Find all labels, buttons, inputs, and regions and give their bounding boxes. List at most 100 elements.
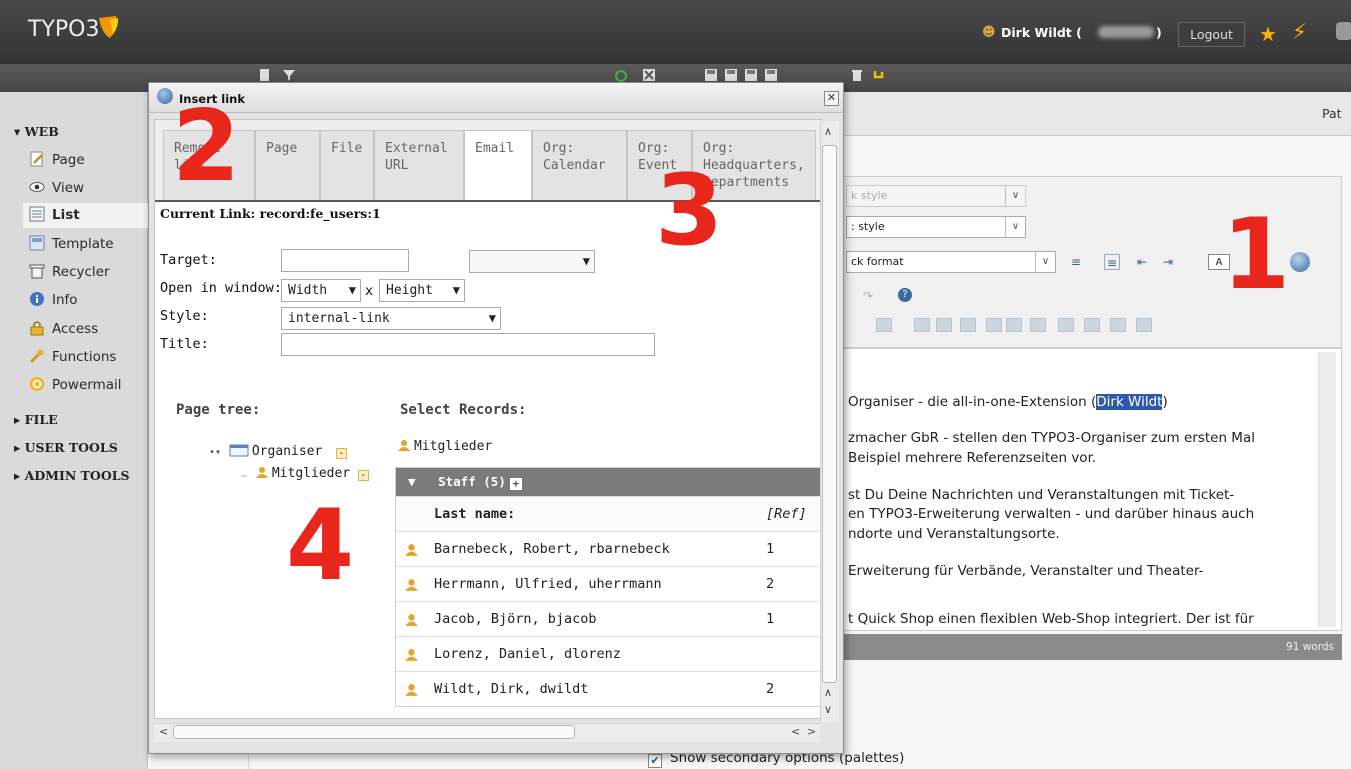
scroll-up-icon[interactable]: ∧ [824,686,832,699]
table-row[interactable]: Lorenz, Daniel, dlorenz [396,636,821,671]
cell-props-icon[interactable] [1030,318,1046,332]
scroll-left-icon[interactable]: < [159,725,168,738]
records-table: ▼ Staff (5) + Last name: [Ref] Barnebeck,… [395,467,821,707]
table-row[interactable]: Jacob, Björn, bjacob 1 [396,601,821,636]
filter-icon[interactable] [282,68,296,82]
table-delete-icon[interactable] [1136,318,1152,332]
insert-link-icon[interactable] [1290,252,1310,272]
close-doc-icon[interactable] [642,68,656,82]
tree-node-organiser[interactable]: •▾ Organiser ▸ [209,443,348,459]
target-select[interactable]: ▼ [469,250,595,273]
module-page[interactable]: Page [29,148,147,173]
table-row[interactable]: Wildt, Dirk, dwildt 2 [396,671,821,706]
col-insert-icon[interactable] [960,318,976,332]
save-icon[interactable] [704,68,718,82]
editor-line-3: Beispiel mehrere Referenzseiten vor. [848,450,1097,466]
dialog-titlebar[interactable]: Insert link ✕ [149,83,843,113]
module-template[interactable]: Template [29,232,147,257]
clear-cache-flash-icon[interactable]: ⚡ [1292,20,1307,44]
user-icon [405,544,418,556]
records-column-header: Last name: [Ref] [396,496,821,531]
save-view-icon[interactable] [724,68,738,82]
rte-scrollbar[interactable] [1318,352,1336,627]
ordered-list-icon[interactable]: ≡ [1068,254,1084,270]
module-functions[interactable]: Functions [29,345,147,370]
dialog-horizontal-scroll-thumb[interactable] [173,725,575,739]
tab-page[interactable]: Page [255,130,320,200]
module-powermail[interactable]: Powermail [29,373,147,398]
scroll-up-icon[interactable]: ∧ [824,125,832,138]
editor-line-2: zmacher GbR - stellen den TYPO3-Organise… [848,430,1255,446]
save-close-icon[interactable] [764,68,778,82]
records-page[interactable]: Mitglieder [397,438,492,454]
outdent-icon[interactable]: ⇤ [1134,254,1150,270]
row-delete-icon[interactable] [1084,318,1100,332]
rte-block-format-select[interactable]: ck format ∨ [846,251,1056,273]
redo-icon[interactable]: ↷ [860,288,876,304]
module-section-file[interactable]: ▸ FILE [14,412,58,427]
title-input[interactable] [281,333,655,356]
logout-button[interactable]: Logout [1178,22,1245,47]
module-list[interactable]: List [23,203,148,228]
undo-icon[interactable] [872,68,886,82]
module-section-admin-tools[interactable]: ▸ ADMIN TOOLS [14,468,130,483]
palette-checkbox[interactable]: ✔ [648,754,662,768]
module-view[interactable]: View [29,176,147,201]
module-section-web[interactable]: ▾ WEB [14,124,59,139]
col-ref: [Ref] [766,506,807,522]
context-arrow-icon[interactable]: ▸ [358,470,370,481]
cell-split-icon[interactable] [1006,318,1022,332]
scroll-right-icon[interactable]: > [807,725,816,738]
context-arrow-icon[interactable]: ▸ [336,448,348,459]
height-select[interactable]: Height ▼ [379,279,465,302]
table-props-icon[interactable] [914,318,930,332]
add-record-icon[interactable]: + [509,478,522,490]
row-props-icon[interactable] [1058,318,1074,332]
tab-email[interactable]: Email [464,130,532,200]
scroll-down-icon[interactable]: ∨ [824,703,832,716]
row-insert-icon[interactable] [936,318,952,332]
col-delete-icon[interactable] [1110,318,1126,332]
cell-merge-icon[interactable] [986,318,1002,332]
dialog-vertical-scroll-thumb[interactable] [822,145,837,683]
tree-node-mitglieder[interactable]: … Mitglieder ▸ [241,465,370,481]
tree-expand-icon[interactable]: •▾ [209,447,221,458]
close-icon[interactable]: ✕ [824,91,839,106]
unordered-list-icon[interactable]: ≡ [1104,254,1120,270]
rte-text-style-select[interactable]: : style ∨ [846,216,1026,238]
tab-external-url[interactable]: External URL [374,130,464,200]
tree-line: … [241,469,248,480]
help-icon[interactable]: ? [898,288,912,302]
table-icon[interactable] [876,318,892,332]
style-select[interactable]: internal-link ▼ [281,307,501,330]
new-page-icon[interactable] [258,68,272,82]
rte-block-style-select[interactable]: k style ∨ [846,185,1026,207]
collapse-icon[interactable]: ▼ [408,474,416,489]
refresh-icon[interactable] [614,68,628,82]
tab-org-calendar[interactable]: Org: Calendar [532,130,627,200]
module-info[interactable]: Info [29,288,147,313]
target-input[interactable] [281,249,409,272]
delete-icon[interactable] [850,68,864,82]
module-access[interactable]: Access [29,317,147,342]
search-icon[interactable] [1336,22,1351,40]
width-select[interactable]: Width ▼ [281,279,361,302]
bookmark-star-icon[interactable]: ★ [1259,22,1277,46]
typo3-logo[interactable]: TYPO3 [28,17,99,42]
module-list-label: List [52,207,80,223]
indent-icon[interactable]: ⇥ [1160,254,1176,270]
table-row[interactable]: Herrmann, Ulfried, uherrmann 2 [396,566,821,601]
user-name[interactable]: Dirk Wildt ( [1001,25,1082,40]
save-new-icon[interactable] [744,68,758,82]
blurred-username [1098,26,1154,38]
module-view-label: View [52,180,85,196]
module-recycler[interactable]: Recycler [29,260,147,285]
tab-file[interactable]: File [320,130,374,200]
user-name-close: ) [1156,25,1162,40]
table-row[interactable]: Barnebeck, Robert, rbarnebeck 1 [396,531,821,566]
records-table-header[interactable]: ▼ Staff (5) + [396,468,821,496]
module-section-user-tools[interactable]: ▸ USER TOOLS [14,440,118,455]
scroll-left-icon[interactable]: < [791,725,800,738]
col-last-name[interactable]: Last name: [434,497,515,531]
selected-text[interactable]: Dirk Wildt [1096,394,1163,410]
